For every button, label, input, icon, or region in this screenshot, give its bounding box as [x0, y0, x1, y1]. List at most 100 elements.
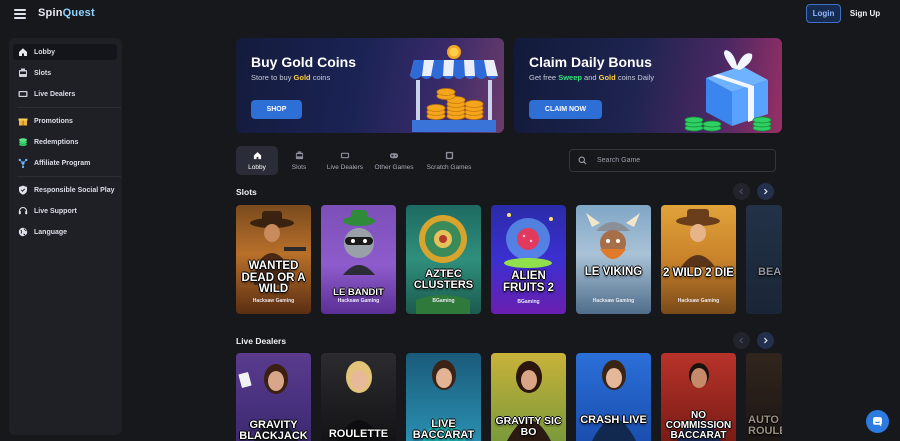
subtitle-text: Get free	[529, 73, 559, 82]
search-box[interactable]	[569, 149, 776, 172]
sidebar-item-label: Language	[34, 228, 68, 236]
live-card-gravity-sic-bo[interactable]: Gravity Sic Bo	[491, 353, 566, 441]
globe-icon	[17, 227, 28, 238]
game-provider: BGaming	[517, 299, 540, 305]
coins-icon	[17, 137, 28, 148]
tab-label: Scratch Games	[426, 163, 472, 171]
game-title: Auto Roulette	[748, 414, 782, 437]
headset-icon	[17, 206, 28, 217]
sidebar-divider	[17, 176, 121, 177]
sidebar-item-label: Redemptions	[34, 138, 79, 146]
gift-icon	[17, 116, 28, 127]
login-button[interactable]: Login	[806, 4, 841, 23]
sidebar-item-label: Live Support	[34, 207, 77, 215]
dealer-artwork	[592, 360, 636, 441]
live-card-partial[interactable]: Auto Roulette	[746, 353, 782, 441]
game-title: Le Bandit	[333, 287, 384, 298]
subtitle-highlight: Gold	[598, 73, 616, 82]
search-input[interactable]	[597, 157, 757, 164]
sidebar-item-label: Lobby	[34, 48, 55, 56]
chevron-left-icon	[739, 188, 743, 195]
live-card-live-baccarat[interactable]: Live Baccarat	[406, 353, 481, 441]
game-title: Crash Live	[580, 414, 647, 426]
banner-subtitle: Store to buy Gold coins	[251, 73, 330, 82]
game-card-wanted-dead-or-a-wild[interactable]: Wanted Dead or a Wild Hacksaw Gaming	[236, 205, 311, 314]
slots-next-button[interactable]	[757, 183, 774, 200]
subtitle-highlight: Sweep	[558, 73, 582, 82]
subtitle-highlight: Gold	[293, 73, 311, 82]
sidebar-item-slots[interactable]: Slots	[13, 65, 117, 81]
sidebar-item-label: Live Dealers	[34, 90, 76, 98]
top-bar: SpinQuest Login Sign Up	[0, 0, 900, 28]
sidebar-item-live-support[interactable]: Live Support	[13, 203, 117, 219]
live-prev-button[interactable]	[733, 332, 750, 349]
sidebar-item-label: Affiliate Program	[34, 159, 91, 167]
tab-label: Other Games	[374, 163, 414, 171]
sidebar-item-affiliate[interactable]: Affiliate Program	[13, 155, 117, 171]
live-card-gravity-blackjack[interactable]: Gravity Blackjack	[236, 353, 311, 441]
live-next-button[interactable]	[757, 332, 774, 349]
tab-slots[interactable]: Slots	[282, 146, 316, 175]
game-title: Gravity Blackjack	[239, 419, 308, 441]
section-title-live-dealers: Live Dealers	[236, 336, 287, 346]
subtitle-text: coins	[310, 73, 331, 82]
brand-logo[interactable]: SpinQuest	[38, 7, 95, 19]
banner-subtitle: Get free Sweep and Gold coins Daily	[529, 73, 654, 82]
tab-label: Slots	[291, 163, 307, 171]
tab-other-games[interactable]: Other Games	[372, 146, 416, 175]
game-provider: Hacksaw Gaming	[592, 298, 635, 304]
home-icon	[17, 47, 28, 58]
buy-gold-coins-banner[interactable]: Buy Gold Coins Store to buy Gold coins S…	[236, 38, 504, 133]
signup-button[interactable]: Sign Up	[846, 4, 884, 23]
hamburger-menu-icon[interactable]	[14, 9, 26, 19]
game-provider: BGaming	[432, 298, 455, 304]
game-provider: Hacksaw Gaming	[337, 298, 380, 304]
game-provider: Hacksaw Gaming	[252, 298, 295, 304]
tab-lobby[interactable]: Lobby	[236, 146, 278, 175]
live-card-no-commission-baccarat[interactable]: No Commission Baccarat	[661, 353, 736, 441]
sidebar-item-language[interactable]: Language	[13, 224, 117, 240]
game-card-partial[interactable]: Bea Bo	[746, 205, 782, 314]
claim-daily-bonus-banner[interactable]: Claim Daily Bonus Get free Sweep and Gol…	[514, 38, 782, 133]
shop-button[interactable]: SHOP	[251, 100, 302, 119]
slot-machine-icon	[294, 150, 304, 160]
live-card-roulette[interactable]: Roulette	[321, 353, 396, 441]
live-chat-button[interactable]	[866, 410, 889, 433]
sidebar: Lobby Slots Live Dealers Promotions Rede…	[9, 38, 122, 435]
sidebar-item-promotions[interactable]: Promotions	[13, 113, 117, 129]
game-title: Aztec Clusters	[413, 268, 474, 291]
gift-box-illustration	[684, 50, 772, 132]
game-title: Gravity Sic Bo	[495, 415, 562, 438]
slots-prev-button[interactable]	[733, 183, 750, 200]
game-card-le-bandit[interactable]: Le Bandit Hacksaw Gaming	[321, 205, 396, 314]
sidebar-item-label: Promotions	[34, 117, 73, 125]
live-card-crash-live[interactable]: Crash Live	[576, 353, 651, 441]
chevron-right-icon	[764, 188, 768, 195]
sidebar-item-lobby[interactable]: Lobby	[13, 44, 117, 60]
game-title: Alien Fruits 2	[502, 270, 555, 294]
sidebar-item-label: Responsible Social Play	[34, 186, 115, 194]
game-card-alien-fruits-2[interactable]: Alien Fruits 2 BGaming	[491, 205, 566, 314]
tab-scratch-games[interactable]: Scratch Games	[423, 146, 475, 175]
game-artwork	[504, 213, 553, 268]
sidebar-item-responsible-play[interactable]: Responsible Social Play	[13, 182, 117, 198]
chat-icon	[873, 417, 882, 427]
game-card-2-wild-2-die[interactable]: 2 Wild 2 Die Hacksaw Gaming	[661, 205, 736, 314]
tab-live-dealers[interactable]: Live Dealers	[324, 146, 366, 175]
sidebar-item-label: Slots	[34, 69, 52, 77]
game-card-le-viking[interactable]: Le Viking Hacksaw Gaming	[576, 205, 651, 314]
game-title: No Commission Baccarat	[665, 410, 732, 441]
game-title: 2 Wild 2 Die	[663, 267, 734, 279]
game-title: Roulette	[328, 428, 389, 440]
game-card-aztec-clusters[interactable]: Aztec Clusters BGaming	[406, 205, 481, 314]
gamepad-icon	[389, 151, 399, 160]
game-provider: Hacksaw Gaming	[677, 298, 720, 304]
sidebar-item-redemptions[interactable]: Redemptions	[13, 134, 117, 150]
game-title: Le Viking	[584, 266, 643, 278]
section-title-slots: Slots	[236, 187, 257, 197]
game-title: Bea Bo	[758, 266, 782, 278]
sidebar-item-live-dealers[interactable]: Live Dealers	[13, 86, 117, 102]
subtitle-text: and	[581, 73, 599, 82]
game-title: Live Baccarat	[412, 418, 475, 441]
claim-now-button[interactable]: CLAIM NOW	[529, 100, 602, 119]
